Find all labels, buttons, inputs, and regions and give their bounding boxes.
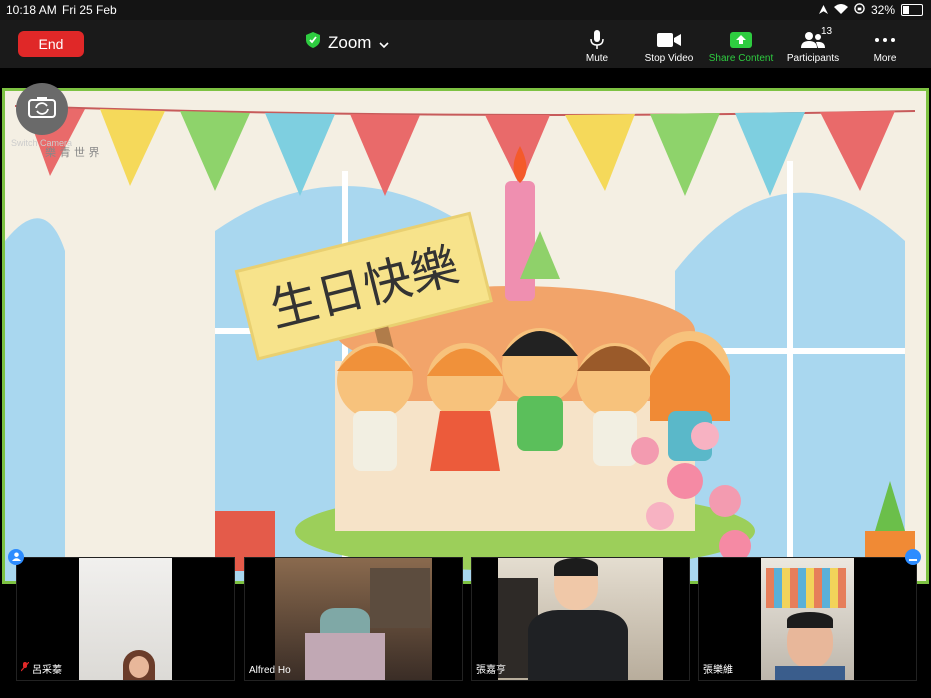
stop-video-button[interactable]: Stop Video	[633, 24, 705, 64]
participant-name-label: 張嘉亨	[476, 665, 506, 676]
share-content-label: Share Content	[708, 53, 774, 64]
shared-screen: 生日快樂 樂 青 世 界	[2, 88, 929, 584]
microphone-icon	[590, 29, 604, 51]
status-icons: 32%	[818, 3, 923, 17]
participant-tile[interactable]: 呂采蓁	[16, 557, 235, 681]
participant-name-label: 呂采蓁	[32, 665, 62, 676]
more-button[interactable]: More	[849, 24, 921, 64]
participant-video	[761, 558, 854, 680]
more-label: More	[873, 53, 897, 64]
location-icon	[818, 3, 828, 17]
participant-video	[498, 558, 663, 680]
participant-name: 張樂維	[703, 661, 733, 676]
status-date: Fri 25 Feb	[62, 3, 117, 17]
participant-name-label: 張樂維	[703, 665, 733, 676]
toolbar-actions: Mute Stop Video Share Content 13 Partici…	[561, 24, 921, 64]
orientation-lock-icon	[854, 3, 865, 17]
mute-label: Mute	[585, 53, 609, 64]
battery-icon	[901, 4, 923, 16]
share-screen-icon	[730, 29, 752, 51]
switch-camera-label: Switch Camera	[11, 138, 73, 148]
participant-tile[interactable]: 張嘉亨	[471, 557, 690, 681]
minus-icon	[909, 548, 917, 566]
gallery-toggle-button[interactable]	[8, 549, 24, 565]
status-time: 10:18 AM	[6, 3, 57, 17]
participants-label: Participants	[786, 53, 840, 64]
shield-check-icon	[306, 32, 320, 53]
participant-video	[79, 558, 172, 680]
camera-switch-icon	[28, 96, 56, 123]
chevron-down-icon	[379, 33, 390, 53]
meeting-toolbar: End Zoom Mute Stop Video Share Content 1…	[0, 20, 931, 68]
participant-video	[275, 558, 432, 680]
mute-button[interactable]: Mute	[561, 24, 633, 64]
participant-strip: 呂采蓁 Alfred Ho 張嘉亨 張樂維	[0, 550, 931, 698]
end-meeting-button[interactable]: End	[18, 31, 84, 57]
participants-button[interactable]: 13 Participants	[777, 24, 849, 64]
birthday-illustration: 生日快樂 樂 青 世 界	[5, 105, 916, 581]
participant-tile[interactable]: 張樂維	[698, 557, 917, 681]
more-dots-icon	[875, 29, 895, 51]
collapse-strip-button[interactable]	[905, 549, 921, 565]
status-bar: 10:18 AM Fri 25 Feb 32%	[0, 0, 931, 20]
participant-name: 張嘉亨	[476, 661, 506, 676]
participant-name-label: Alfred Ho	[249, 665, 291, 676]
participant-name: 呂采蓁	[20, 661, 62, 676]
muted-microphone-icon	[20, 661, 30, 675]
meeting-title[interactable]: Zoom	[306, 32, 390, 53]
battery-percent: 32%	[870, 3, 895, 17]
active-speaker-view: 生日快樂 樂 青 世 界	[0, 68, 931, 604]
person-icon	[11, 548, 21, 566]
participant-name: Alfred Ho	[249, 665, 291, 676]
wifi-icon	[833, 3, 848, 17]
bunting-flags	[14, 105, 916, 196]
app-title-label: Zoom	[328, 32, 372, 52]
participants-count: 13	[821, 26, 833, 37]
switch-camera-button[interactable]	[16, 83, 68, 135]
participant-tile[interactable]: Alfred Ho	[244, 557, 463, 681]
share-content-button[interactable]: Share Content	[705, 24, 777, 64]
video-camera-icon	[657, 29, 681, 51]
stop-video-label: Stop Video	[644, 53, 694, 64]
